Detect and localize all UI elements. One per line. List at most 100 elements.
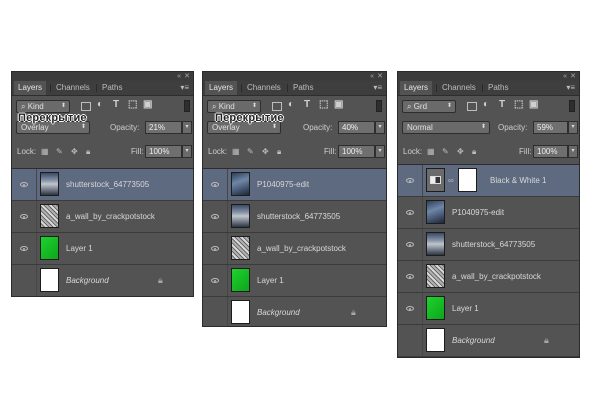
pixel-filter-icon[interactable] — [81, 102, 91, 111]
eye-icon[interactable] — [20, 246, 28, 251]
opacity-stepper[interactable]: ▾ — [182, 121, 192, 134]
fill-field[interactable]: 100% — [145, 145, 182, 158]
filter-kind-dropdown[interactable]: ⌕ Grd ⬍ — [402, 100, 456, 113]
layer-thumbnail — [231, 236, 250, 260]
fill-stepper[interactable]: ▾ — [568, 145, 578, 158]
lock-label: Lock: — [403, 147, 423, 156]
opacity-field[interactable]: 59% — [533, 121, 568, 134]
lock-position-icon[interactable]: ✥ — [71, 146, 78, 158]
layer-row[interactable]: a_wall_by_crackpotstock — [203, 233, 386, 265]
close-icon[interactable]: ✕ — [377, 72, 383, 81]
tab-layers[interactable]: Layers — [205, 81, 238, 95]
layer-mask-thumbnail[interactable] — [458, 168, 477, 192]
lock-image-icon[interactable]: ✎ — [442, 146, 449, 158]
tab-paths[interactable]: Paths — [484, 81, 512, 95]
eye-icon[interactable] — [211, 214, 219, 219]
layer-row[interactable]: Background 🔒︎ — [398, 325, 579, 357]
tab-paths[interactable]: Paths — [289, 81, 317, 95]
tab-layers[interactable]: Layers — [400, 81, 433, 95]
layer-row[interactable]: Layer 1 — [12, 233, 193, 265]
pixel-filter-icon[interactable] — [467, 102, 477, 111]
eye-icon[interactable] — [20, 214, 28, 219]
type-filter-icon[interactable]: T — [304, 99, 310, 111]
layer-name: shutterstock_64773505 — [452, 240, 536, 249]
eye-icon[interactable] — [211, 182, 219, 187]
smart-object-filter-icon[interactable]: ▣ — [529, 99, 538, 111]
layer-row[interactable]: Layer 1 — [203, 265, 386, 297]
lock-image-icon[interactable]: ✎ — [56, 146, 63, 158]
blend-mode-dropdown[interactable]: Normal ⬍ — [402, 121, 490, 134]
lock-position-icon[interactable]: ✥ — [457, 146, 464, 158]
opacity-label: Opacity: — [303, 123, 333, 132]
layer-row[interactable]: shutterstock_64773505 — [203, 201, 386, 233]
tab-channels[interactable]: Channels — [438, 81, 480, 95]
layer-row[interactable]: a_wall_by_crackpotstock — [12, 201, 193, 233]
opacity-field[interactable]: 40% — [338, 121, 375, 134]
layer-row[interactable]: Background 🔒︎ — [203, 297, 386, 326]
fill-label: Fill: — [519, 147, 532, 156]
layer-row[interactable]: P1040975-edit — [203, 169, 386, 201]
fill-stepper[interactable]: ▾ — [375, 145, 385, 158]
layer-row[interactable]: ∞ Black & White 1 — [398, 165, 579, 197]
layer-row[interactable]: a_wall_by_crackpotstock — [398, 261, 579, 293]
pixel-filter-icon[interactable] — [272, 102, 282, 111]
eye-icon[interactable] — [406, 178, 414, 183]
eye-icon[interactable] — [211, 246, 219, 251]
panel-menu-icon[interactable]: ▾≡ — [566, 81, 575, 95]
filter-toggle[interactable] — [184, 100, 190, 112]
opacity-field[interactable]: 21% — [145, 121, 182, 134]
filter-toggle[interactable] — [569, 100, 575, 112]
adjustment-filter-icon[interactable]: ◐ — [288, 99, 294, 111]
layer-row[interactable]: Layer 1 — [398, 293, 579, 325]
lock-transparent-icon[interactable]: ▦ — [427, 146, 435, 158]
smart-object-filter-icon[interactable]: ▣ — [334, 99, 343, 111]
lock-position-icon[interactable]: ✥ — [262, 146, 269, 158]
layer-row[interactable]: shutterstock_64773505 — [12, 169, 193, 201]
lock-icon[interactable]: 🔒︎ — [277, 146, 281, 158]
shape-filter-icon[interactable]: ⬚ — [128, 99, 137, 111]
close-icon[interactable]: ✕ — [570, 72, 576, 81]
tab-paths[interactable]: Paths — [98, 81, 126, 95]
lock-transparent-icon[interactable]: ▦ — [232, 146, 240, 158]
chevron-down-icon: ⬍ — [480, 124, 486, 130]
layer-name: shutterstock_64773505 — [66, 180, 150, 189]
opacity-stepper[interactable]: ▾ — [568, 121, 578, 134]
panel-menu-icon[interactable]: ▾≡ — [373, 81, 382, 95]
filter-toggle[interactable] — [376, 100, 382, 112]
adjustment-filter-icon[interactable]: ◐ — [97, 99, 103, 111]
type-filter-icon[interactable]: T — [113, 99, 119, 111]
double-chevron-icon[interactable]: « — [370, 72, 374, 81]
smart-object-filter-icon[interactable]: ▣ — [143, 99, 152, 111]
eye-icon[interactable] — [406, 274, 414, 279]
shape-filter-icon[interactable]: ⬚ — [319, 99, 328, 111]
lock-row: Lock: ▦ ✎ ✥ 🔒︎ Fill: 100% ▾ — [12, 145, 193, 159]
type-filter-icon[interactable]: T — [499, 99, 505, 111]
double-chevron-icon[interactable]: « — [563, 72, 567, 81]
lock-image-icon[interactable]: ✎ — [247, 146, 254, 158]
close-icon[interactable]: ✕ — [184, 72, 190, 81]
lock-icon[interactable]: 🔒︎ — [86, 146, 90, 158]
adjustment-filter-icon[interactable]: ◐ — [483, 99, 489, 111]
eye-icon[interactable] — [406, 306, 414, 311]
panel-titlebar: « ✕ — [12, 72, 193, 81]
layer-row[interactable]: shutterstock_64773505 — [398, 229, 579, 261]
fill-stepper[interactable]: ▾ — [182, 145, 192, 158]
eye-icon[interactable] — [20, 182, 28, 187]
eye-icon[interactable] — [406, 242, 414, 247]
layer-row[interactable]: Background 🔒︎ — [12, 265, 193, 296]
panel-menu-icon[interactable]: ▾≡ — [180, 81, 189, 95]
eye-icon[interactable] — [211, 278, 219, 283]
tab-layers[interactable]: Layers — [14, 81, 47, 95]
fill-field[interactable]: 100% — [338, 145, 375, 158]
tab-channels[interactable]: Channels — [243, 81, 285, 95]
shape-filter-icon[interactable]: ⬚ — [514, 99, 523, 111]
double-chevron-icon[interactable]: « — [177, 72, 181, 81]
eye-icon[interactable] — [406, 210, 414, 215]
lock-transparent-icon[interactable]: ▦ — [41, 146, 49, 158]
tab-channels[interactable]: Channels — [52, 81, 94, 95]
fill-field[interactable]: 100% — [533, 145, 568, 158]
lock-icon[interactable]: 🔒︎ — [472, 146, 476, 158]
opacity-stepper[interactable]: ▾ — [375, 121, 385, 134]
chain-link-icon[interactable]: ∞ — [448, 176, 454, 185]
layer-row[interactable]: P1040975-edit — [398, 197, 579, 229]
